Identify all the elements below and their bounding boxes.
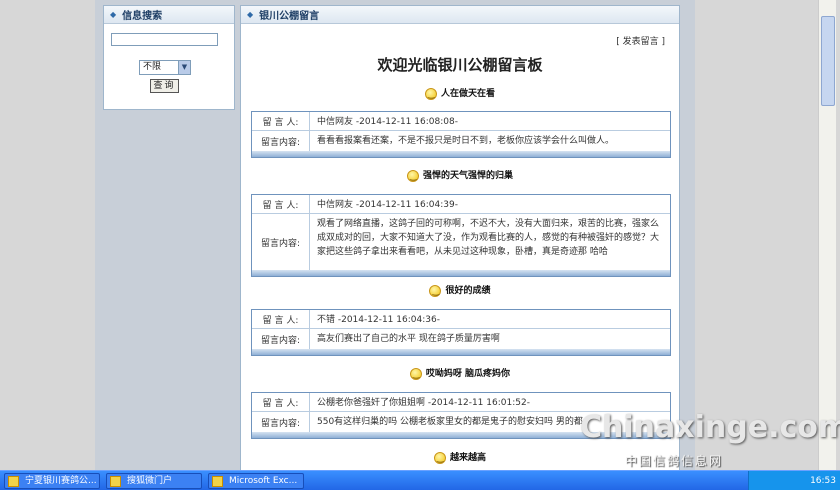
query-button[interactable]: 查询 <box>150 79 179 93</box>
arrow-icon: ◆ <box>247 10 254 19</box>
taskbar-item-sohu[interactable]: 搜狐微门户 <box>106 473 202 489</box>
content-label: 留言内容: <box>252 214 310 270</box>
author-label: 留 言 人: <box>252 310 310 328</box>
message-card-footer <box>252 151 670 157</box>
author-value: 不错 -2014-12-11 16:04:36- <box>317 315 440 325</box>
search-panel: ◆ 信息搜索 不限 ▼ 查询 <box>103 5 235 110</box>
browser-icon <box>8 476 19 487</box>
post-message-link[interactable]: [ 发表留言 ] <box>616 34 665 47</box>
message-card-footer <box>252 349 670 355</box>
site-watermark: Chinaxinge.com <box>580 410 840 445</box>
message-title: 哎呦妈呀 脑瓜疼妈你 <box>241 366 679 380</box>
author-label: 留 言 人: <box>252 195 310 213</box>
select-value: 不限 <box>143 62 162 72</box>
smiley-icon <box>429 284 442 297</box>
search-panel-title: 信息搜索 <box>122 11 163 22</box>
taskbar-item-excel[interactable]: Microsoft Exc... <box>208 473 304 489</box>
content-label: 留言内容: <box>252 412 310 432</box>
taskbar-item-browser[interactable]: 宁夏银川赛鸽公... <box>4 473 100 489</box>
scroll-thumb[interactable] <box>821 16 835 106</box>
system-tray: 16:53 <box>748 471 840 490</box>
content-label: 留言内容: <box>252 329 310 349</box>
message-card: 留 言 人: 不错 -2014-12-11 16:04:36- 留言内容: 高友… <box>251 309 671 356</box>
author-value: 公棚老你爸强奸了你姐姐啊 -2014-12-11 16:01:52- <box>317 398 530 408</box>
message-title: 很好的成绩 <box>241 283 679 297</box>
message-board-header: ◆ 银川公棚留言 <box>241 6 679 24</box>
author-label: 留 言 人: <box>252 393 310 411</box>
message-card-footer <box>252 270 670 276</box>
chevron-down-icon: ▼ <box>178 61 190 74</box>
message-card: 留 言 人: 中信网友 -2014-12-11 16:04:39- 留言内容: … <box>251 194 671 277</box>
message-title: 强悍的天气强悍的归巢 <box>241 168 679 182</box>
message-title: 越来越高 <box>241 450 679 464</box>
smiley-icon <box>424 87 437 100</box>
clock: 16:53 <box>810 476 836 486</box>
search-panel-header: ◆ 信息搜索 <box>104 6 234 24</box>
content-value: 高友们赛出了自己的水平 现在鸽子质量厉害啊 <box>317 334 500 344</box>
page-title: 欢迎光临银川公棚留言板 <box>377 56 543 74</box>
message-card: 留 言 人: 中信网友 -2014-12-11 16:08:08- 留言内容: … <box>251 111 671 158</box>
smiley-icon <box>409 367 422 380</box>
arrow-icon: ◆ <box>110 10 117 19</box>
taskbar: 宁夏银川赛鸽公... 搜狐微门户 Microsoft Exc... 16:53 <box>0 470 840 490</box>
author-label: 留 言 人: <box>252 112 310 130</box>
excel-icon <box>212 476 223 487</box>
smiley-icon <box>406 169 419 182</box>
content-label: 留言内容: <box>252 131 310 151</box>
vertical-scrollbar[interactable] <box>818 0 836 470</box>
message-board-panel-title: 银川公棚留言 <box>259 11 320 22</box>
search-input[interactable] <box>111 33 218 46</box>
content-value: 观看了网络直播，这鸽子回的可称啊，不迟不大，没有大面归来，艰苦的比赛，强家么成双… <box>317 219 660 257</box>
message-board-panel: ◆ 银川公棚留言 [ 发表留言 ] 欢迎光临银川公棚留言板 人在做天在看 留 言… <box>240 5 680 475</box>
smiley-icon <box>433 451 446 464</box>
author-value: 中信网友 -2014-12-11 16:08:08- <box>317 117 458 127</box>
sohu-icon <box>110 476 121 487</box>
author-value: 中信网友 -2014-12-11 16:04:39- <box>317 200 458 210</box>
message-title: 人在做天在看 <box>241 86 679 100</box>
content-value: 看看看报案看还案，不是不报只是时日不到，老板你应该学会什么叫做人。 <box>317 136 615 146</box>
search-type-select[interactable]: 不限 ▼ <box>139 60 191 75</box>
site-watermark-subtitle: 中国信鸽信息网 <box>625 454 724 468</box>
